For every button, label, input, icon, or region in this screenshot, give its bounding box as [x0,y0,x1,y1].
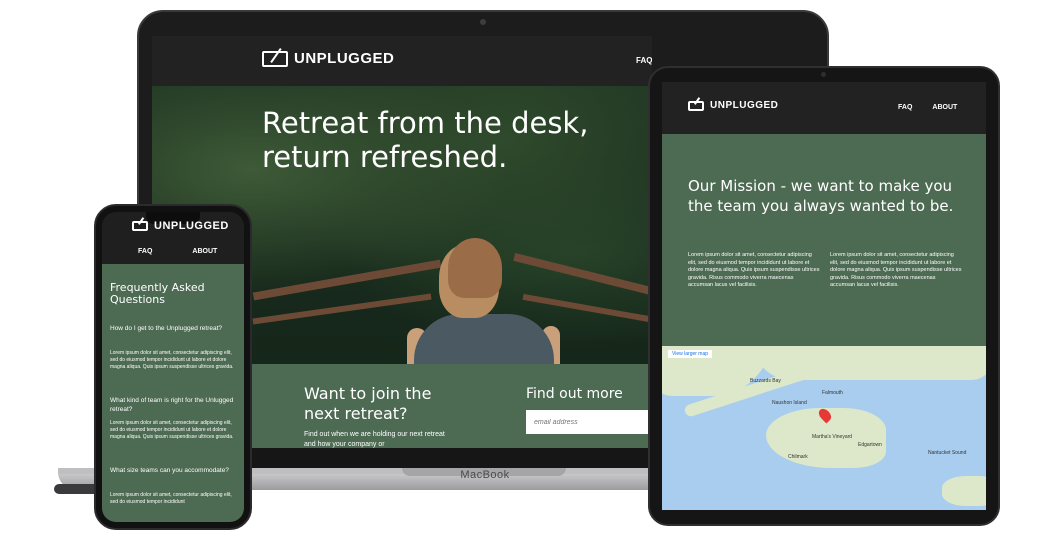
cta-title: Want to join the next retreat? [304,384,432,423]
mission-body-left: Lorem ipsum dolor sit amet, consectetur … [688,252,820,288]
laptop-site-header: UNPLUGGED FAQ ABOUT [152,36,652,86]
brand-name: UNPLUGGED [294,50,395,67]
faq-question: What kind of team is right for the Unlug… [110,397,234,413]
brand-name: UNPLUGGED [154,220,229,232]
find-out-title: Find out more [526,386,623,402]
nav-faq[interactable]: FAQ [898,104,912,111]
map-label: Chilmark [788,454,808,460]
mission-section: Our Mission - we want to make you the te… [662,134,986,346]
site-logo[interactable]: UNPLUGGED [132,220,229,232]
bridge-rail-left [252,259,442,301]
nav-faq[interactable]: FAQ [138,248,152,255]
faq-answer: Lorem ipsum dolor sit amet, consectetur … [110,350,234,370]
view-larger-map-link[interactable]: View larger map [668,350,713,358]
faq-answer: Lorem ipsum dolor sit amet, consectetur … [110,420,234,440]
map-label: Nantucket Sound [928,450,967,456]
faq-answer: Lorem ipsum dolor sit amet, consectetur … [110,492,232,505]
site-logo[interactable]: UNPLUGGED [262,50,394,67]
bridge-rail-right [513,252,652,298]
nav-about[interactable]: ABOUT [192,248,217,255]
unplugged-logo-icon [132,221,148,231]
faq-section: Frequently Asked Questions How do I get … [102,264,244,522]
tablet-camera [821,72,826,77]
unplugged-logo-icon [688,100,704,111]
bridge-rail-left-lower [252,293,432,325]
nav-faq[interactable]: FAQ [636,56,652,65]
tablet-nav: FAQ ABOUT [898,104,957,111]
bridge-rail-right-lower [522,293,652,325]
email-input[interactable] [526,410,652,434]
woman-hair [448,238,502,298]
faq-question: What size teams can you accommodate? [110,467,229,474]
mission-body-right: Lorem ipsum dolor sit amet, consectetur … [830,252,962,288]
laptop-brand-label: MacBook [460,469,510,481]
phone-nav: FAQ ABOUT [138,248,217,255]
woman-body [414,314,554,364]
map-label: Falmouth [822,390,843,396]
map-land-nantucket [942,476,986,506]
map-label: Naushon Island [772,400,807,406]
nav-about[interactable]: ABOUT [932,104,957,111]
laptop-camera [480,19,486,25]
phone-screen: UNPLUGGED FAQ ABOUT Frequently Asked Que… [102,212,244,522]
site-logo[interactable]: UNPLUGGED [688,100,778,111]
brand-name: UNPLUGGED [710,100,779,111]
hero-title: Retreat from the desk, return refreshed. [262,106,589,174]
laptop-nav: FAQ ABOUT [636,56,652,65]
map-label: Edgartown [858,442,882,448]
faq-title: Frequently Asked Questions [110,281,205,306]
phone-cable [54,484,96,494]
cta-body: Find out when we are holding our next re… [304,431,445,448]
tablet-screen: UNPLUGGED FAQ ABOUT Our Mission - we wan… [662,82,986,510]
embedded-map[interactable]: View larger map Naushon Island Martha's … [662,346,986,510]
map-label: Martha's Vineyard [812,434,853,440]
unplugged-logo-icon [262,50,288,67]
faq-question: How do I get to the Unplugged retreat? [110,325,223,332]
map-label: Buzzards Bay [750,378,781,384]
mission-title: Our Mission - we want to make you the te… [688,177,954,215]
